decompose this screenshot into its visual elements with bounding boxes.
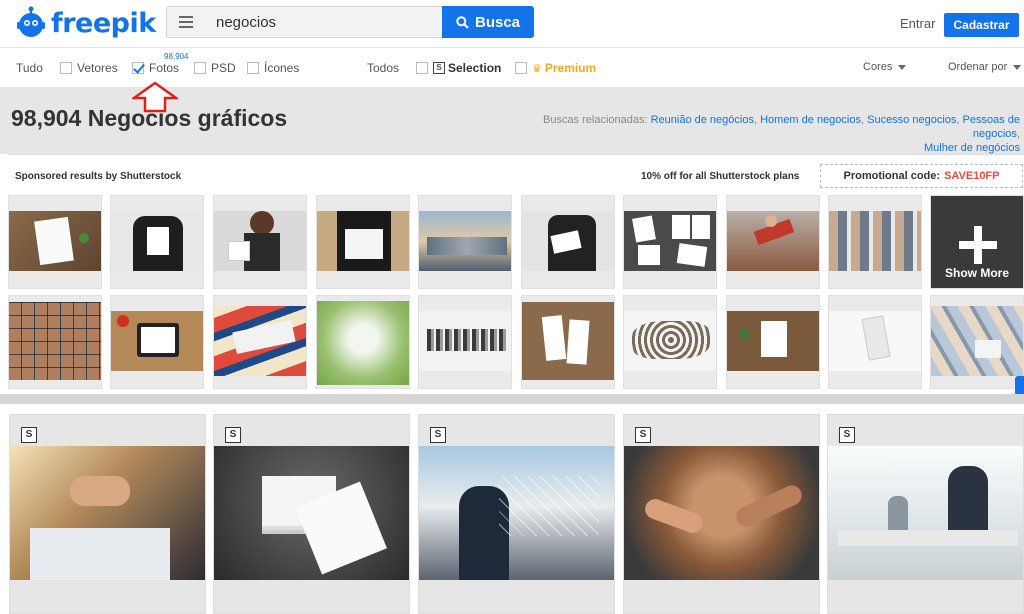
selection-s-icon: S	[225, 427, 241, 443]
filter-premium[interactable]: ♛ Premium	[515, 61, 596, 75]
plus-icon	[959, 226, 997, 264]
crown-icon: ♛	[532, 62, 542, 75]
top-header: freepik Busca Entrar Cadastrar	[0, 0, 1024, 48]
related-link[interactable]: Pessoas de negocios	[963, 114, 1020, 140]
side-feedback-tab[interactable]	[1015, 376, 1024, 396]
selection-s-icon: S	[21, 427, 37, 443]
filter-icons[interactable]: Ícones	[247, 61, 299, 75]
filter-selection[interactable]: S Selection	[416, 61, 501, 75]
search-icon	[456, 15, 469, 29]
results-grid: S S S S S	[0, 404, 1024, 614]
promo-code-box: Promotional code: SAVE10FP	[820, 164, 1023, 188]
freepik-logo[interactable]: freepik	[14, 6, 156, 40]
result-card[interactable]: S	[623, 414, 820, 614]
chevron-down-icon	[898, 64, 907, 70]
photos-count-badge: 98,904	[164, 52, 189, 61]
psd-checkbox[interactable]	[194, 62, 206, 74]
sponsored-thumb[interactable]	[623, 195, 717, 289]
sponsored-thumb[interactable]	[521, 195, 615, 289]
sponsored-thumb[interactable]	[316, 295, 410, 389]
sponsored-thumb[interactable]	[828, 295, 922, 389]
filter-photos[interactable]: Fotos	[132, 61, 179, 75]
login-link[interactable]: Entrar	[900, 16, 935, 31]
signup-button[interactable]: Cadastrar	[944, 13, 1019, 37]
sponsored-thumb[interactable]	[521, 295, 615, 389]
result-card[interactable]: S	[418, 414, 615, 614]
colors-dropdown[interactable]: Cores	[863, 61, 907, 73]
result-card[interactable]: S	[827, 414, 1024, 614]
result-card[interactable]: S	[213, 414, 410, 614]
related-link[interactable]: Sucesso negocios	[867, 114, 956, 126]
related-link[interactable]: Mulher de negócios	[924, 142, 1020, 154]
search-button[interactable]: Busca	[442, 6, 534, 38]
sponsored-label: Sponsored results by Shutterstock	[15, 171, 182, 182]
sponsored-thumb[interactable]	[930, 295, 1024, 389]
filter-all-types[interactable]: Tudo	[16, 61, 43, 75]
sponsored-thumb[interactable]	[828, 195, 922, 289]
sponsored-thumb[interactable]	[418, 295, 512, 389]
sponsored-thumb[interactable]	[213, 295, 307, 389]
vectors-checkbox[interactable]	[60, 62, 72, 74]
logo-text: freepik	[51, 7, 156, 39]
sponsored-thumb[interactable]	[418, 195, 512, 289]
related-link[interactable]: Reunião de negócios	[651, 114, 754, 126]
selection-s-icon: S	[839, 427, 855, 443]
shutterstock-offer[interactable]: 10% off for all Shutterstock plans	[641, 171, 799, 182]
filter-psd[interactable]: PSD	[194, 61, 236, 75]
sponsored-thumb[interactable]	[726, 295, 820, 389]
filter-vectors[interactable]: Vetores	[60, 61, 118, 75]
annotation-arrow-icon	[132, 81, 178, 113]
selection-s-icon: S	[635, 427, 651, 443]
related-searches: Buscas relacionadas: Reunião de negócios…	[542, 114, 1020, 154]
sponsored-thumb[interactable]	[110, 195, 204, 289]
selection-s-icon: S	[433, 62, 445, 74]
sponsored-thumb[interactable]	[110, 295, 204, 389]
menu-icon	[178, 16, 193, 18]
chevron-down-icon	[1013, 64, 1022, 70]
related-label: Buscas relacionadas:	[542, 114, 648, 126]
premium-checkbox[interactable]	[515, 62, 527, 74]
sponsored-thumb[interactable]	[8, 295, 102, 389]
sponsored-thumb[interactable]	[316, 195, 410, 289]
sponsored-thumb[interactable]	[213, 195, 307, 289]
result-card[interactable]: S	[9, 414, 206, 614]
section-divider	[0, 394, 1024, 404]
show-more-label: Show More	[944, 266, 1009, 280]
sort-dropdown[interactable]: Ordenar por	[948, 61, 1022, 73]
promo-code: SAVE10FP	[944, 170, 1000, 182]
search-input[interactable]	[204, 6, 442, 38]
robot-logo-icon	[17, 6, 45, 37]
sponsored-thumb[interactable]	[726, 195, 820, 289]
related-link[interactable]: Homem de negocios	[760, 114, 861, 126]
selection-checkbox[interactable]	[416, 62, 428, 74]
selection-s-icon: S	[430, 427, 446, 443]
sponsored-thumb[interactable]	[623, 295, 717, 389]
sponsored-thumb[interactable]	[8, 195, 102, 289]
search-button-label: Busca	[474, 13, 521, 31]
hamburger-menu-button[interactable]	[166, 6, 204, 38]
icons-checkbox[interactable]	[247, 62, 259, 74]
show-more-button[interactable]: Show More	[930, 195, 1024, 289]
photos-checkbox[interactable]	[132, 62, 144, 74]
filter-all-licenses[interactable]: Todos	[367, 61, 399, 75]
sponsored-section: Sponsored results by Shutterstock 10% of…	[8, 154, 1024, 394]
